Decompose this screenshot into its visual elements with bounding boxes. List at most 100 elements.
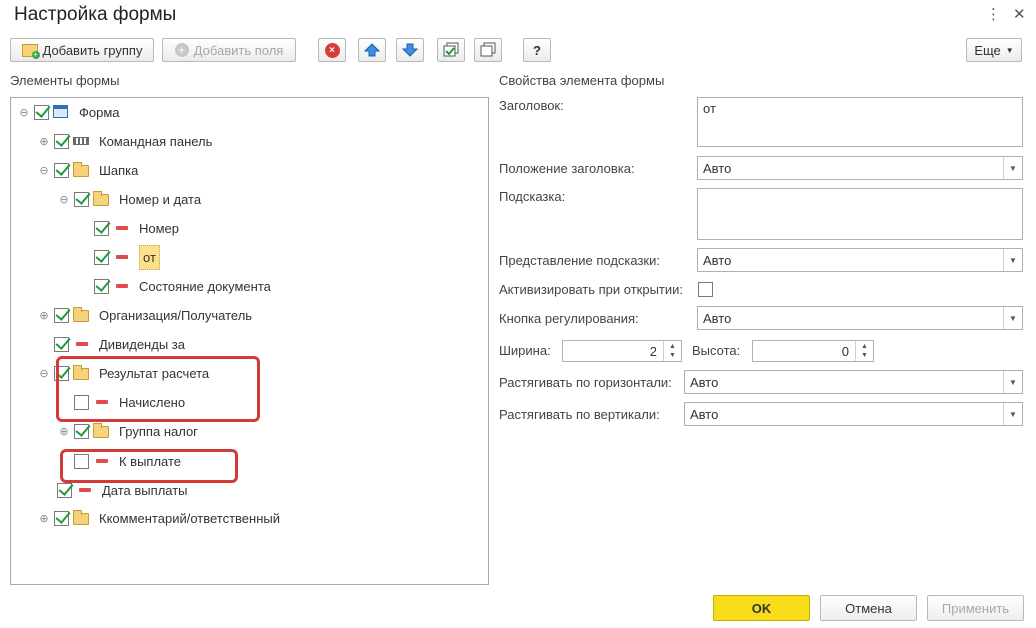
check-all-icon — [443, 42, 459, 57]
tooltip-repr-select[interactable]: Авто ▼ — [697, 248, 1023, 272]
tree-item-tax-group[interactable]: ⊕ Группа налог — [57, 419, 198, 443]
tree-item-label: Форма — [79, 104, 120, 120]
field-icon — [79, 488, 91, 492]
title-field[interactable]: от — [697, 97, 1023, 147]
tree-checkbox[interactable] — [94, 249, 109, 265]
tree-checkbox[interactable] — [54, 510, 69, 526]
stretch-v-label: Растягивать по вертикали: — [499, 407, 660, 422]
close-icon[interactable]: ✕ — [1013, 7, 1026, 23]
tree-checkbox[interactable] — [54, 162, 69, 178]
collapse-icon[interactable]: ⊖ — [57, 192, 71, 206]
ok-button[interactable]: OK — [713, 595, 810, 621]
more-button[interactable]: Еще ▼ — [966, 38, 1022, 62]
tree-item-comment[interactable]: ⊕ Ккомментарий/ответственный — [37, 506, 280, 530]
highlight-box-calc-result — [56, 356, 260, 422]
window-title: Настройка формы — [14, 4, 177, 25]
tree-checkbox[interactable] — [54, 336, 69, 352]
form-elements-label: Элементы формы — [10, 73, 120, 88]
tree-item-number-date[interactable]: ⊖ Номер и дата — [57, 187, 201, 211]
collapse-icon[interactable]: ⊖ — [17, 105, 31, 119]
field-icon — [116, 226, 128, 230]
tree-item-number[interactable]: Номер — [94, 216, 179, 240]
add-group-button[interactable]: + Добавить группу — [10, 38, 154, 62]
tree-item-command-panel[interactable]: ⊕ Командная панель — [37, 129, 212, 153]
expand-icon[interactable]: ⊕ — [37, 511, 51, 525]
stretch-h-select[interactable]: Авто ▼ — [684, 370, 1023, 394]
delete-button[interactable]: × — [318, 38, 346, 62]
check-all-button[interactable] — [437, 38, 465, 62]
tree-item-label: Дивиденды за — [99, 336, 185, 352]
folder-icon — [93, 423, 109, 438]
move-up-button[interactable] — [358, 38, 386, 62]
title-label: Заголовок: — [499, 98, 564, 113]
spin-arrows-icon[interactable]: ▲ ▼ — [855, 341, 873, 361]
activate-checkbox[interactable] — [698, 282, 713, 297]
height-stepper[interactable]: 0 ▲ ▼ — [752, 340, 874, 362]
tree-checkbox[interactable] — [94, 278, 109, 294]
field-icon — [76, 342, 88, 346]
tooltip-repr-label: Представление подсказки: — [499, 253, 660, 268]
adjust-button-select[interactable]: Авто ▼ — [697, 306, 1023, 330]
expand-icon[interactable]: ⊕ — [57, 424, 71, 438]
tooltip-field[interactable] — [697, 188, 1023, 240]
folder-icon — [73, 510, 89, 525]
tree-checkbox[interactable] — [54, 307, 69, 323]
adjust-button-label: Кнопка регулирования: — [499, 311, 639, 326]
form-icon — [53, 105, 68, 118]
dropdown-arrow-icon[interactable]: ▼ — [1003, 249, 1022, 271]
dropdown-arrow-icon[interactable]: ▼ — [1003, 403, 1022, 425]
field-icon — [116, 255, 128, 259]
expand-icon[interactable]: ⊕ — [37, 308, 51, 322]
height-label: Высота: — [692, 343, 741, 358]
help-button[interactable]: ? — [523, 38, 551, 62]
tree-item-label: Дата выплаты — [102, 482, 188, 498]
folder-icon — [93, 191, 109, 206]
tree-item-label: Ккомментарий/ответственный — [99, 510, 280, 526]
add-fields-button[interactable]: + Добавить поля — [162, 38, 296, 62]
arrow-down-icon — [402, 43, 418, 57]
arrow-up-icon — [364, 43, 380, 57]
tree-item-label: Состояние документа — [139, 278, 271, 294]
tree-checkbox[interactable] — [94, 220, 109, 236]
tree-item-organization[interactable]: ⊕ Организация/Получатель — [37, 303, 252, 327]
uncheck-all-button[interactable] — [474, 38, 502, 62]
width-label: Ширина: — [499, 343, 551, 358]
tooltip-label: Подсказка: — [499, 189, 566, 204]
cancel-button[interactable]: Отмена — [820, 595, 917, 621]
tree-checkbox[interactable] — [74, 423, 89, 439]
tree-item-form[interactable]: ⊖ Форма — [17, 100, 120, 124]
dropdown-arrow-icon[interactable]: ▼ — [1003, 307, 1022, 329]
stretch-v-select[interactable]: Авто ▼ — [684, 402, 1023, 426]
dropdown-arrow-icon[interactable]: ▼ — [1003, 157, 1022, 179]
dropdown-arrow-icon[interactable]: ▼ — [1003, 371, 1022, 393]
command-panel-icon — [73, 137, 89, 145]
add-folder-icon: + — [21, 43, 40, 59]
tree-checkbox[interactable] — [57, 482, 72, 498]
tree-item-dividends[interactable]: Дивиденды за — [54, 332, 185, 356]
folder-icon — [73, 307, 89, 322]
field-icon — [116, 284, 128, 288]
spin-arrows-icon[interactable]: ▲ ▼ — [663, 341, 681, 361]
tree-item-header[interactable]: ⊖ Шапка — [37, 158, 138, 182]
tree-checkbox[interactable] — [34, 104, 49, 120]
apply-button[interactable]: Применить — [927, 595, 1024, 621]
expand-icon[interactable]: ⊕ — [37, 134, 51, 148]
tree-checkbox[interactable] — [54, 133, 69, 149]
chevron-down-icon: ▼ — [1005, 45, 1014, 55]
move-down-button[interactable] — [396, 38, 424, 62]
more-menu-icon[interactable]: ⋮ — [986, 7, 1001, 23]
tree-item-doc-status[interactable]: Состояние документа — [94, 274, 271, 298]
element-properties-label: Свойства элемента формы — [499, 73, 665, 88]
tree-item-label: Номер и дата — [119, 191, 202, 207]
width-stepper[interactable]: 2 ▲ ▼ — [562, 340, 682, 362]
collapse-icon[interactable]: ⊖ — [37, 366, 51, 380]
tree-item-label: Командная панель — [99, 133, 213, 149]
tree-checkbox[interactable] — [74, 191, 89, 207]
collapse-icon[interactable]: ⊖ — [37, 163, 51, 177]
folder-icon — [73, 162, 89, 177]
title-position-select[interactable]: Авто ▼ — [697, 156, 1023, 180]
stretch-h-label: Растягивать по горизонтали: — [499, 375, 672, 390]
activate-label: Активизировать при открытии: — [499, 282, 684, 297]
tree-item-from[interactable]: от — [94, 244, 160, 270]
highlight-box-to-pay — [60, 449, 238, 483]
